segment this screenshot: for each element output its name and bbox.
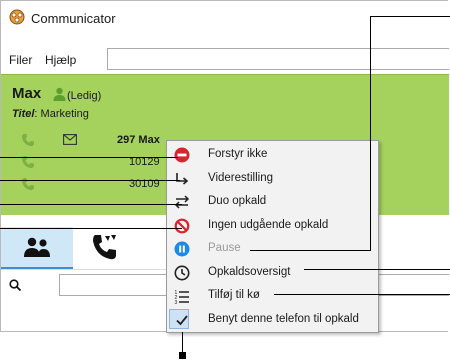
swap-arrows-icon <box>174 195 190 209</box>
title-label: Titel <box>12 108 35 120</box>
clock-icon <box>174 265 190 280</box>
menu-item-label: Pause <box>208 242 241 254</box>
phone-history-icon <box>93 235 116 260</box>
top-search-field[interactable] <box>107 48 449 70</box>
menu-item-label: Opkaldsoversigt <box>208 265 291 278</box>
checkmark-icon <box>176 314 188 325</box>
menu-item-duo-call[interactable]: Duo opkald <box>167 190 378 214</box>
person-icon <box>53 87 66 101</box>
title-value: : Marketing <box>34 108 89 120</box>
menu-item-label: Tilføj til kø <box>208 289 260 301</box>
menu-item-call-history[interactable]: Opkaldsoversigt <box>167 261 378 285</box>
menu-item-label: Viderestilling <box>208 171 273 184</box>
phone-number: 297 Max <box>117 134 160 146</box>
menu-item-label: Ingen udgående opkald <box>208 218 329 231</box>
no-entry-icon <box>174 147 190 163</box>
menu-item-do-not-disturb[interactable]: Forstyr ikke <box>167 143 378 167</box>
prohibited-icon <box>174 218 190 233</box>
context-menu: Forstyr ikke Viderestilling Duo opkald I… <box>166 140 379 333</box>
user-name: Max <box>12 85 42 102</box>
tab-contacts[interactable] <box>1 227 73 269</box>
queue-list-icon: 123 <box>175 290 189 304</box>
tab-calls[interactable] <box>73 227 145 269</box>
user-title-line: Titel: Marketing <box>12 108 89 120</box>
forward-arrow-icon <box>176 172 189 185</box>
menu-item-label: Benyt denne telefon til opkald <box>208 312 359 325</box>
search-icon <box>9 279 21 291</box>
people-icon <box>24 237 50 257</box>
menu-item-use-this-phone[interactable]: Benyt denne telefon til opkald <box>167 308 378 332</box>
menu-item-add-to-queue[interactable]: 123 Tilføj til kø <box>167 284 378 308</box>
menu-item-label: Forstyr ikke <box>208 148 268 160</box>
menu-item-label: Duo opkald <box>208 195 267 207</box>
menu-file[interactable]: Filer <box>9 53 32 67</box>
title-bar: Communicator <box>1 1 449 35</box>
app-logo-icon <box>9 9 25 25</box>
user-status: (Ledig) <box>67 90 102 102</box>
menu-help[interactable]: Hjælp <box>45 53 76 67</box>
window-title: Communicator <box>31 11 116 26</box>
menu-item-forwarding[interactable]: Viderestilling <box>167 167 378 191</box>
mail-icon[interactable] <box>63 134 77 145</box>
svg-text:3: 3 <box>175 300 178 304</box>
menu-item-no-outgoing[interactable]: Ingen udgående opkald <box>167 214 378 238</box>
pause-icon <box>174 241 190 257</box>
menu-item-pause[interactable]: Pause <box>167 237 378 261</box>
phone-icon <box>22 134 34 147</box>
